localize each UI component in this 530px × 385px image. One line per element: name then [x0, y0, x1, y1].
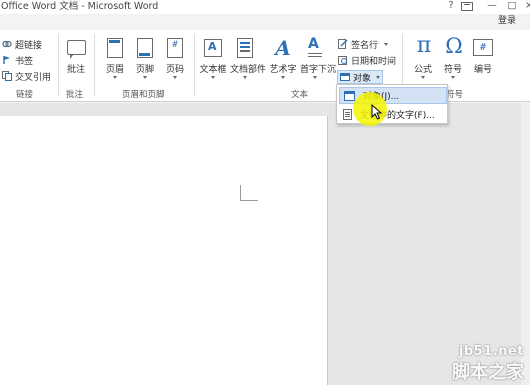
watermark: jb51.net 脚本之家 — [396, 318, 530, 385]
cross-reference-label: 交叉引用 — [15, 72, 52, 83]
watermark-name: 脚本之家 — [452, 362, 524, 383]
numbering-label: 编号 — [473, 65, 492, 75]
equation-label: 公式 — [413, 65, 432, 75]
drop-cap-icon — [305, 36, 325, 60]
ribbon-display-options-button[interactable] — [461, 2, 473, 11]
sign-in-link[interactable]: 登录 — [498, 14, 516, 28]
drop-cap-button[interactable]: 首字下沉 — [300, 36, 337, 79]
chevron-down-icon — [113, 76, 117, 79]
symbol-label: 符号 — [443, 65, 462, 75]
watermark-domain: jb51.net — [458, 344, 524, 359]
page-number-button[interactable]: # 页码 — [160, 36, 190, 79]
header-button[interactable]: 页眉 — [100, 36, 130, 79]
numbering-button[interactable]: # 编号 — [468, 36, 498, 75]
document-parts-button[interactable]: 文档部件 — [230, 36, 267, 79]
date-time-icon — [338, 56, 347, 65]
document-parts-label: 文档部件 — [230, 65, 267, 75]
chevron-down-icon — [384, 42, 389, 46]
bookmark-label: 书签 — [15, 56, 34, 67]
group-label-comments: 批注 — [66, 90, 84, 100]
group-label-header-footer: 页眉和页脚 — [122, 90, 165, 100]
symbol-icon: Ω — [445, 34, 463, 58]
group-separator — [94, 34, 95, 96]
date-time-label: 日期和时间 — [351, 56, 397, 67]
chevron-down-icon — [313, 76, 317, 79]
text-from-file-icon — [343, 109, 352, 120]
hyperlink-label: 超链接 — [15, 40, 43, 51]
group-separator — [58, 34, 59, 96]
group-label-links: 链接 — [16, 90, 34, 100]
chevron-down-icon — [143, 76, 147, 79]
signature-line-button[interactable]: 签名行 — [338, 37, 389, 51]
help-button[interactable]: ? — [444, 0, 458, 12]
chevron-down-icon — [451, 76, 455, 79]
object-button[interactable]: 对象 — [337, 70, 383, 84]
chevron-down-icon — [211, 76, 215, 79]
margin-corner-mark — [240, 185, 258, 201]
chevron-down-icon — [173, 76, 177, 79]
cross-reference-button[interactable]: 交叉引用 — [2, 69, 51, 83]
chevron-down-icon — [281, 76, 285, 79]
comment-button[interactable]: 批注 — [61, 36, 91, 75]
numbering-icon: # — [473, 36, 493, 60]
wordart-icon: A — [275, 36, 291, 60]
group-label-symbols: 符号 — [446, 90, 464, 100]
window-title: Office Word 文档 - Microsoft Word — [1, 1, 159, 12]
hyperlink-icon — [2, 40, 12, 48]
header-label: 页眉 — [105, 65, 124, 75]
document-page[interactable] — [0, 116, 328, 385]
symbol-button[interactable]: Ω 符号 — [438, 34, 468, 79]
wordart-label: 艺术字 — [269, 65, 297, 75]
footer-icon — [135, 36, 155, 60]
footer-button[interactable]: 页脚 — [130, 36, 160, 79]
wordart-button[interactable]: A 艺术字 — [268, 36, 298, 79]
hyperlink-button[interactable]: 超链接 — [2, 37, 42, 51]
textbox-label: 文本框 — [199, 65, 227, 75]
object-icon — [344, 90, 355, 101]
signature-line-label: 签名行 — [351, 40, 379, 51]
object-icon — [340, 73, 350, 81]
equation-button[interactable]: π 公式 — [408, 33, 438, 79]
bookmark-icon — [3, 56, 10, 64]
chevron-down-icon — [376, 75, 381, 79]
maximize-button[interactable]: □ — [505, 0, 519, 12]
bookmark-button[interactable]: 书签 — [2, 53, 33, 67]
textbox-icon — [203, 36, 223, 60]
document-parts-icon — [235, 36, 255, 60]
comment-icon — [66, 36, 86, 60]
minimize-button[interactable]: — — [485, 0, 499, 12]
footer-label: 页脚 — [135, 65, 154, 75]
equation-icon: π — [416, 33, 432, 58]
mouse-pointer-icon — [371, 104, 383, 120]
chevron-down-icon — [421, 76, 425, 79]
comment-label: 批注 — [66, 65, 85, 75]
group-separator — [194, 34, 195, 96]
date-time-button[interactable]: 日期和时间 — [338, 53, 396, 67]
signature-line-icon — [338, 39, 348, 49]
page-number-label: 页码 — [165, 65, 184, 75]
page-number-icon: # — [165, 36, 185, 60]
header-icon — [105, 36, 125, 60]
drop-cap-label: 首字下沉 — [300, 65, 337, 75]
chevron-down-icon — [243, 76, 247, 79]
object-label: 对象 — [353, 73, 372, 84]
title-bar: Office Word 文档 - Microsoft Word ? — □ × — [0, 0, 530, 14]
close-button[interactable]: × — [522, 0, 530, 12]
cross-reference-icon — [2, 71, 12, 81]
group-label-text: 文本 — [291, 90, 309, 100]
textbox-button[interactable]: 文本框 — [198, 36, 228, 79]
